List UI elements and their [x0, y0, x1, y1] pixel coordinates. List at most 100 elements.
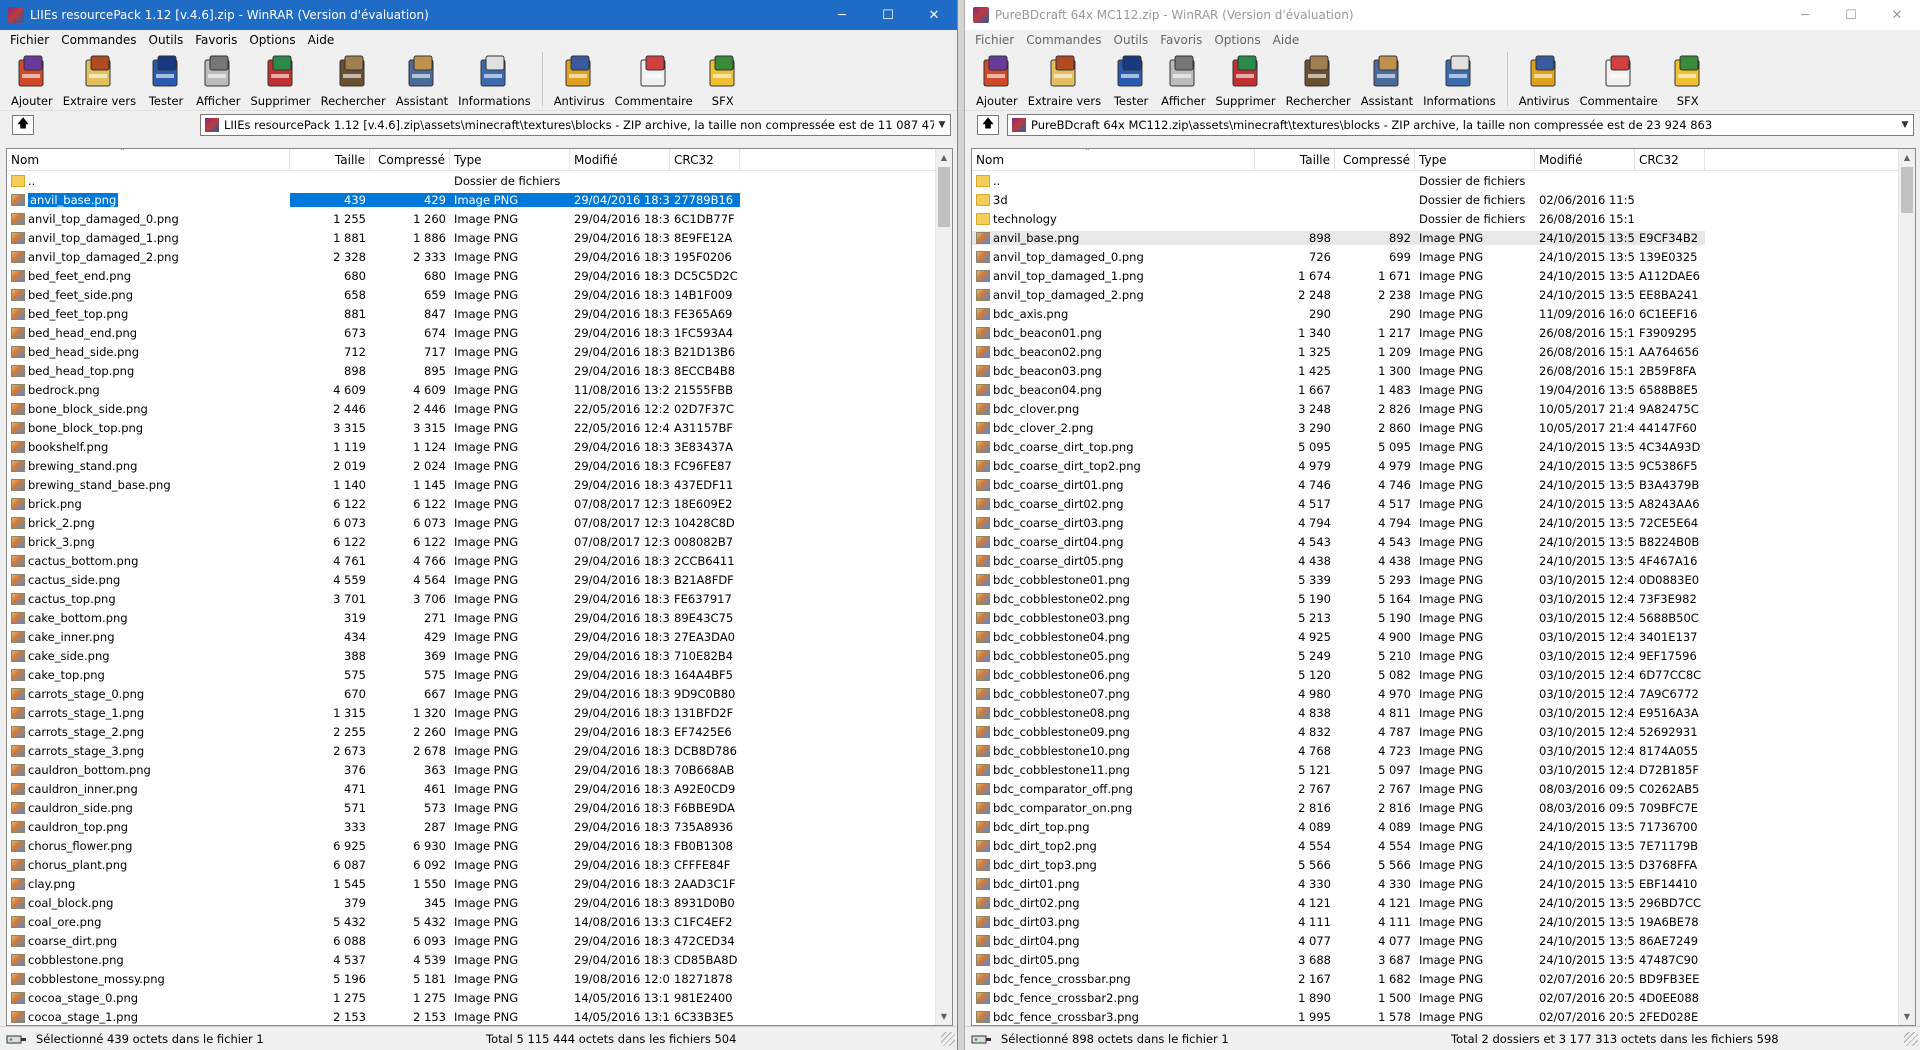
file-row[interactable]: bdc_dirt_top2.png 4 554 4 554 Image PNG 24/1…	[972, 836, 1898, 855]
toolbar-button-comment[interactable]: Commentaire	[612, 52, 696, 108]
file-row[interactable]: bdc_comparator_off.png 2 767 2 767 Image PN…	[972, 779, 1898, 798]
file-row[interactable]: cauldron_side.png 571 573 Image PNG 29/04/20…	[7, 798, 935, 817]
file-row[interactable]: anvil_top_damaged_0.png 726 699 Image PNG 24…	[972, 247, 1898, 266]
file-row[interactable]: bed_feet_top.png 881 847 Image PNG 29/04/201…	[7, 304, 935, 323]
address-bar[interactable]: LIIEs resourcePack 1.12 [v.4.6].zip\asse…	[200, 113, 951, 136]
up-folder-button[interactable]: 🡅	[977, 114, 999, 135]
folder-row[interactable]: technology Dossier de fichiers 26/08/2016 …	[972, 209, 1898, 228]
file-row[interactable]: anvil_top_damaged_1.png 1 881 1 886 Image P…	[7, 228, 935, 247]
column-header-name[interactable]: Nom	[972, 149, 1255, 171]
file-row[interactable]: bdc_cobblestone04.png 4 925 4 900 Image PNG…	[972, 627, 1898, 646]
folder-row[interactable]: .. Dossier de fichiers	[972, 171, 1898, 190]
toolbar-button-add[interactable]: Ajouter	[8, 52, 56, 108]
toolbar-button-test[interactable]: Tester	[143, 52, 189, 108]
menu-favoris[interactable]: Favoris	[189, 33, 243, 47]
toolbar-button-find[interactable]: Rechercher	[1283, 52, 1354, 108]
file-row[interactable]: bdc_dirt02.png 4 121 4 121 Image PNG 24/10/2…	[972, 893, 1898, 912]
file-row[interactable]: chorus_flower.png 6 925 6 930 Image PNG 29/0…	[7, 836, 935, 855]
file-row[interactable]: bdc_cobblestone06.png 5 120 5 082 Image PNG…	[972, 665, 1898, 684]
toolbar-button-view[interactable]: Afficher	[193, 52, 243, 108]
file-row[interactable]: bdc_dirt03.png 4 111 4 111 Image PNG 24/10/2…	[972, 912, 1898, 931]
title-bar[interactable]: LIIEs resourcePack 1.12 [v.4.6].zip - Wi…	[0, 0, 957, 30]
file-row[interactable]: cauldron_top.png 333 287 Image PNG 29/04/201…	[7, 817, 935, 836]
file-list[interactable]: Nom Taille Compressé Type Modifié CRC32 ⌃ .. Do…	[6, 148, 953, 1026]
toolbar-button-antivirus[interactable]: Antivirus	[1516, 52, 1573, 108]
file-row[interactable]: anvil_base.png 439 429 Image PNG 29/04/2016 …	[7, 190, 935, 209]
file-row[interactable]: cobblestone_mossy.png 5 196 5 181 Image PNG…	[7, 969, 935, 988]
menu-options[interactable]: Options	[1208, 33, 1266, 47]
file-row[interactable]: carrots_stage_1.png 1 315 1 320 Image PNG 29…	[7, 703, 935, 722]
file-row[interactable]: cobblestone.png 4 537 4 539 Image PNG 29/04/…	[7, 950, 935, 969]
chevron-down-icon[interactable]: ▼	[1897, 120, 1913, 130]
file-row[interactable]: bed_head_end.png 673 674 Image PNG 29/04/201…	[7, 323, 935, 342]
file-row[interactable]: brick.png 6 122 6 122 Image PNG 07/08/2017 1…	[7, 494, 935, 513]
file-row[interactable]: bdc_dirt_top.png 4 089 4 089 Image PNG 24/10…	[972, 817, 1898, 836]
file-row[interactable]: anvil_base.png 898 892 Image PNG 24/10/2015 …	[972, 228, 1898, 247]
file-row[interactable]: brick_2.png 6 073 6 073 Image PNG 07/08/2017…	[7, 513, 935, 532]
column-header-packed[interactable]: Compressé	[370, 149, 450, 171]
file-row[interactable]: bdc_dirt05.png 3 688 3 687 Image PNG 24/10/2…	[972, 950, 1898, 969]
file-row[interactable]: coal_block.png 379 345 Image PNG 29/04/2016 …	[7, 893, 935, 912]
column-header-modified[interactable]: Modifié	[1535, 149, 1635, 171]
file-list[interactable]: Nom Taille Compressé Type Modifié CRC32 ⌃ .. Do…	[971, 148, 1916, 1026]
file-row[interactable]: anvil_top_damaged_1.png 1 674 1 671 Image P…	[972, 266, 1898, 285]
file-row[interactable]: bdc_beacon03.png 1 425 1 300 Image PNG 26/08…	[972, 361, 1898, 380]
toolbar-button-wizard[interactable]: Assistant	[1358, 52, 1416, 108]
file-row[interactable]: bdc_cobblestone02.png 5 190 5 164 Image PNG…	[972, 589, 1898, 608]
file-row[interactable]: bdc_beacon01.png 1 340 1 217 Image PNG 26/08…	[972, 323, 1898, 342]
file-row[interactable]: bdc_coarse_dirt01.png 4 746 4 746 Image PNG…	[972, 475, 1898, 494]
toolbar-button-delete[interactable]: Supprimer	[1212, 52, 1278, 108]
toolbar-button-delete[interactable]: Supprimer	[247, 52, 313, 108]
file-row[interactable]: anvil_top_damaged_0.png 1 255 1 260 Image P…	[7, 209, 935, 228]
toolbar-button-sfx[interactable]: SFX	[700, 52, 746, 108]
toolbar-button-info[interactable]: Informations	[1420, 52, 1499, 108]
file-row[interactable]: brewing_stand.png 2 019 2 024 Image PNG 29/0…	[7, 456, 935, 475]
file-row[interactable]: cake_top.png 575 575 Image PNG 29/04/2016 18…	[7, 665, 935, 684]
menu-options[interactable]: Options	[243, 33, 301, 47]
file-row[interactable]: bdc_axis.png 290 290 Image PNG 11/09/2016 16…	[972, 304, 1898, 323]
file-row[interactable]: bdc_fence_crossbar3.png 1 995 1 578 Image P…	[972, 1007, 1898, 1025]
file-row[interactable]: coal_ore.png 5 432 5 432 Image PNG 14/08/201…	[7, 912, 935, 931]
file-row[interactable]: bdc_beacon04.png 1 667 1 483 Image PNG 19/04…	[972, 380, 1898, 399]
file-row[interactable]: bed_feet_side.png 658 659 Image PNG 29/04/20…	[7, 285, 935, 304]
toolbar-button-sfx[interactable]: SFX	[1665, 52, 1711, 108]
file-row[interactable]: coarse_dirt.png 6 088 6 093 Image PNG 29/04/…	[7, 931, 935, 950]
file-row[interactable]: bed_feet_end.png 680 680 Image PNG 29/04/201…	[7, 266, 935, 285]
file-row[interactable]: bdc_dirt01.png 4 330 4 330 Image PNG 24/10/2…	[972, 874, 1898, 893]
file-row[interactable]: bone_block_top.png 3 315 3 315 Image PNG 22/…	[7, 418, 935, 437]
column-header-crc32[interactable]: CRC32	[670, 149, 740, 171]
file-row[interactable]: bdc_dirt_top3.png 5 566 5 566 Image PNG 24/1…	[972, 855, 1898, 874]
file-row[interactable]: bdc_cobblestone03.png 5 213 5 190 Image PNG…	[972, 608, 1898, 627]
menu-aide[interactable]: Aide	[302, 33, 341, 47]
file-row[interactable]: bdc_cobblestone01.png 5 339 5 293 Image PNG…	[972, 570, 1898, 589]
scroll-thumb[interactable]	[1901, 167, 1913, 213]
chevron-down-icon[interactable]: ▼	[934, 120, 950, 130]
column-header-modified[interactable]: Modifié	[570, 149, 670, 171]
column-header-size[interactable]: Taille	[1255, 149, 1335, 171]
file-row[interactable]: cake_side.png 388 369 Image PNG 29/04/2016 1…	[7, 646, 935, 665]
file-row[interactable]: cake_inner.png 434 429 Image PNG 29/04/2016 …	[7, 627, 935, 646]
file-row[interactable]: anvil_top_damaged_2.png 2 328 2 333 Image P…	[7, 247, 935, 266]
file-row[interactable]: bed_head_top.png 898 895 Image PNG 29/04/201…	[7, 361, 935, 380]
toolbar-button-wizard[interactable]: Assistant	[393, 52, 451, 108]
file-row[interactable]: bdc_beacon02.png 1 325 1 209 Image PNG 26/08…	[972, 342, 1898, 361]
file-row[interactable]: brick_3.png 6 122 6 122 Image PNG 07/08/2017…	[7, 532, 935, 551]
file-row[interactable]: bed_head_side.png 712 717 Image PNG 29/04/20…	[7, 342, 935, 361]
toolbar-button-info[interactable]: Informations	[455, 52, 534, 108]
toolbar-button-extract[interactable]: Extraire vers	[1025, 52, 1104, 108]
file-row[interactable]: bdc_fence_crossbar2.png 1 890 1 500 Image P…	[972, 988, 1898, 1007]
toolbar-button-add[interactable]: Ajouter	[973, 52, 1021, 108]
menu-aide[interactable]: Aide	[1267, 33, 1306, 47]
menu-commandes[interactable]: Commandes	[1020, 33, 1107, 47]
up-folder-button[interactable]: 🡅	[12, 114, 34, 135]
vertical-scrollbar[interactable]: ▲ ▼	[935, 149, 952, 1025]
file-row[interactable]: bdc_clover.png 3 248 2 826 Image PNG 10/05/2…	[972, 399, 1898, 418]
file-row[interactable]: cactus_bottom.png 4 761 4 766 Image PNG 29/0…	[7, 551, 935, 570]
file-row[interactable]: bdc_cobblestone09.png 4 832 4 787 Image PNG…	[972, 722, 1898, 741]
column-header-name[interactable]: Nom	[7, 149, 290, 171]
file-row[interactable]: bdc_cobblestone05.png 5 249 5 210 Image PNG…	[972, 646, 1898, 665]
file-row[interactable]: bedrock.png 4 609 4 609 Image PNG 11/08/2016…	[7, 380, 935, 399]
minimize-button[interactable]: ─	[1782, 0, 1828, 30]
file-row[interactable]: bdc_dirt04.png 4 077 4 077 Image PNG 24/10/2…	[972, 931, 1898, 950]
file-row[interactable]: bdc_coarse_dirt03.png 4 794 4 794 Image PNG…	[972, 513, 1898, 532]
